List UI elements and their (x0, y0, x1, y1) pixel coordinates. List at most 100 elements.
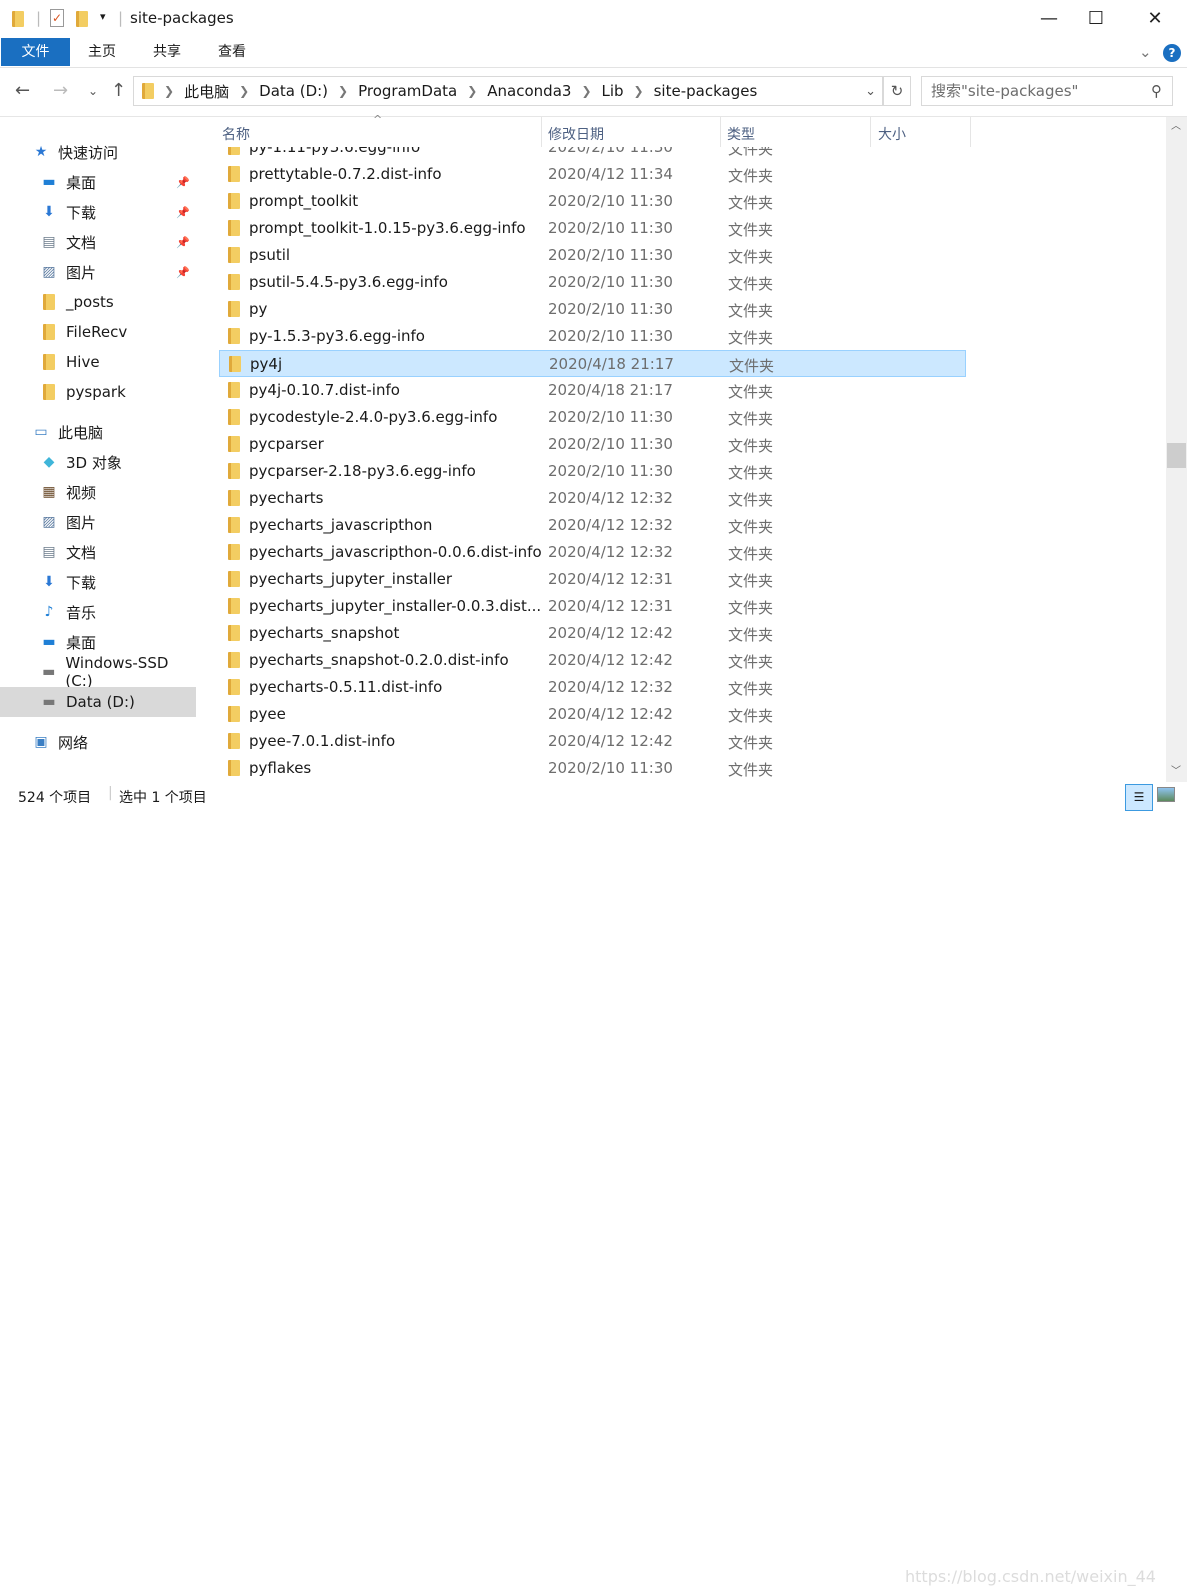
file-row[interactable]: prompt_toolkit 2020/2/10 11:30 文件夹 (219, 188, 966, 215)
breadcrumb-data-d[interactable]: Data (D:) (259, 82, 328, 100)
close-button[interactable]: ✕ (1132, 8, 1178, 29)
breadcrumb-programdata[interactable]: ProgramData (358, 82, 457, 100)
column-divider[interactable] (720, 117, 721, 147)
sidebar-item[interactable]: ▨ 图片 📌 (0, 257, 196, 287)
file-row[interactable]: pyee 2020/4/12 12:42 文件夹 (219, 701, 966, 728)
sidebar-item[interactable]: ⬇ 下载 (0, 567, 196, 597)
scroll-down-icon[interactable]: ﹀ (1171, 762, 1181, 777)
file-row[interactable]: pycparser 2020/2/10 11:30 文件夹 (219, 431, 966, 458)
folder-icon (228, 517, 240, 533)
sidebar-item[interactable]: ★ 快速访问 (0, 137, 196, 167)
address-bar[interactable]: ❯ 此电脑 ❯ Data (D:) ❯ ProgramData ❯ Anacon… (133, 76, 883, 106)
file-type: 文件夹 (728, 518, 774, 536)
file-row[interactable]: psutil-5.4.5-py3.6.egg-info 2020/2/10 11:… (219, 269, 966, 296)
up-button[interactable]: ↑ (111, 80, 126, 101)
back-button[interactable]: ← (15, 80, 30, 101)
file-row[interactable]: py4j-0.10.7.dist-info 2020/4/18 21:17 文件夹 (219, 377, 966, 404)
recent-locations-icon[interactable]: ⌄ (88, 84, 98, 98)
sidebar-item[interactable]: ◆ 3D 对象 (0, 447, 196, 477)
file-type: 文件夹 (728, 147, 774, 158)
chevron-right-icon[interactable]: ❯ (634, 84, 644, 98)
file-row[interactable]: pyflakes 2020/2/10 11:30 文件夹 (219, 755, 966, 782)
sidebar-item[interactable]: ▦ 视频 (0, 477, 196, 507)
sidebar-item[interactable]: ▣ 网络 (0, 727, 196, 757)
sidebar-item[interactable]: pyspark (0, 377, 196, 407)
sidebar-item[interactable]: ▬ Windows-SSD (C:) (0, 654, 196, 690)
file-row[interactable]: pyecharts_snapshot-0.2.0.dist-info 2020/4… (219, 647, 966, 674)
chevron-right-icon[interactable]: ❯ (338, 84, 348, 98)
scrollbar-thumb[interactable] (1167, 443, 1186, 468)
tab-share[interactable]: 共享 (136, 38, 198, 66)
scroll-up-icon[interactable]: ︿ (1171, 117, 1181, 132)
sidebar-item[interactable]: ♪ 音乐 (0, 597, 196, 627)
help-icon[interactable]: ? (1163, 44, 1181, 62)
breadcrumb-this-pc[interactable]: 此电脑 (184, 81, 229, 102)
sidebar-item[interactable]: ▬ Data (D:) (0, 687, 196, 717)
file-row[interactable]: pyecharts_jupyter_installer 2020/4/12 12:… (219, 566, 966, 593)
address-dropdown-icon[interactable]: ⌄ (865, 84, 876, 99)
tab-view[interactable]: 查看 (201, 38, 263, 66)
sidebar-item[interactable]: ▤ 文档 (0, 537, 196, 567)
sidebar-item[interactable]: ⬇ 下载 📌 (0, 197, 196, 227)
column-date[interactable]: 修改日期 (548, 124, 604, 144)
file-row[interactable]: pyecharts_jupyter_installer-0.0.3.dist..… (219, 593, 966, 620)
details-view-button[interactable]: ☰ (1125, 784, 1153, 811)
chevron-right-icon[interactable]: ❯ (581, 84, 591, 98)
file-name: pyee (249, 705, 286, 723)
file-row[interactable]: pycparser-2.18-py3.6.egg-info 2020/2/10 1… (219, 458, 966, 485)
maximize-button[interactable]: ☐ (1073, 8, 1119, 29)
vertical-scrollbar[interactable]: ︿ ﹀ (1166, 117, 1187, 782)
expand-ribbon-icon[interactable]: ⌄ (1139, 43, 1152, 61)
file-row[interactable]: pycodestyle-2.4.0-py3.6.egg-info 2020/2/1… (219, 404, 966, 431)
file-name: pyflakes (249, 759, 312, 777)
file-row[interactable]: pyecharts_javascripthon-0.0.6.dist-info 2… (219, 539, 966, 566)
file-row[interactable]: prompt_toolkit-1.0.15-py3.6.egg-info 2020… (219, 215, 966, 242)
sidebar-item[interactable]: ▤ 文档 📌 (0, 227, 196, 257)
properties-icon[interactable]: ✓ (50, 9, 64, 27)
ribbon-tabs: 文件 主页 共享 查看 ⌄ ? (0, 38, 1187, 68)
file-row[interactable]: pyecharts_javascripthon 2020/4/12 12:32 文件… (219, 512, 966, 539)
file-row[interactable]: pyecharts 2020/4/12 12:32 文件夹 (219, 485, 966, 512)
breadcrumb-site-packages[interactable]: site-packages (654, 82, 758, 100)
search-input[interactable]: 搜索"site-packages" ⚲ (921, 76, 1173, 106)
file-row[interactable]: pyecharts-0.5.11.dist-info 2020/4/12 12:3… (219, 674, 966, 701)
file-row[interactable]: psutil 2020/2/10 11:30 文件夹 (219, 242, 966, 269)
column-type[interactable]: 类型 (727, 124, 755, 144)
tab-home[interactable]: 主页 (71, 38, 133, 66)
chevron-right-icon[interactable]: ❯ (467, 84, 477, 98)
sidebar-item[interactable]: Hive (0, 347, 196, 377)
file-row[interactable]: pyecharts_snapshot 2020/4/12 12:42 文件夹 (219, 620, 966, 647)
quick-access-dropdown-icon[interactable]: ▾ (100, 10, 106, 23)
file-row[interactable]: py 2020/2/10 11:30 文件夹 (219, 296, 966, 323)
column-divider[interactable] (870, 117, 871, 147)
forward-button[interactable]: → (53, 80, 68, 101)
new-folder-icon[interactable] (76, 11, 88, 27)
refresh-button[interactable]: ↻ (883, 76, 911, 106)
column-divider[interactable] (541, 117, 542, 147)
chevron-right-icon[interactable]: ❯ (239, 84, 249, 98)
sidebar-item[interactable]: _posts (0, 287, 196, 317)
breadcrumb-lib[interactable]: Lib (602, 82, 624, 100)
column-divider[interactable] (970, 117, 971, 147)
sidebar-item[interactable]: ▭ 此电脑 (0, 417, 196, 447)
sidebar-item-label: 文档 (66, 543, 97, 562)
column-size[interactable]: 大小 (878, 124, 906, 144)
column-name[interactable]: 名称 (222, 124, 250, 144)
sidebar-item[interactable]: ▬ 桌面 📌 (0, 167, 196, 197)
large-icons-view-button[interactable] (1157, 787, 1175, 802)
sidebar-item[interactable]: FileRecv (0, 317, 196, 347)
sidebar-item-label: 3D 对象 (66, 453, 122, 472)
file-row[interactable]: py4j 2020/4/18 21:17 文件夹 (219, 350, 966, 377)
folder-icon (228, 760, 240, 776)
file-row[interactable]: py-1.11-py3.6.egg-info 2020/2/10 11:30 文件夹 (219, 147, 966, 161)
file-row[interactable]: prettytable-0.7.2.dist-info 2020/4/12 11:… (219, 161, 966, 188)
file-row[interactable]: pyee-7.0.1.dist-info 2020/4/12 12:42 文件夹 (219, 728, 966, 755)
sidebar-item[interactable]: ▨ 图片 (0, 507, 196, 537)
minimize-button[interactable]: — (1026, 8, 1072, 29)
breadcrumb-anaconda3[interactable]: Anaconda3 (487, 82, 571, 100)
sidebar-item[interactable]: ▬ 桌面 (0, 627, 196, 657)
computer-icon: ▭ (34, 424, 48, 440)
sidebar-item-label: 快速访问 (58, 143, 119, 162)
tab-file[interactable]: 文件 (1, 38, 70, 66)
file-row[interactable]: py-1.5.3-py3.6.egg-info 2020/2/10 11:30 文件… (219, 323, 966, 350)
